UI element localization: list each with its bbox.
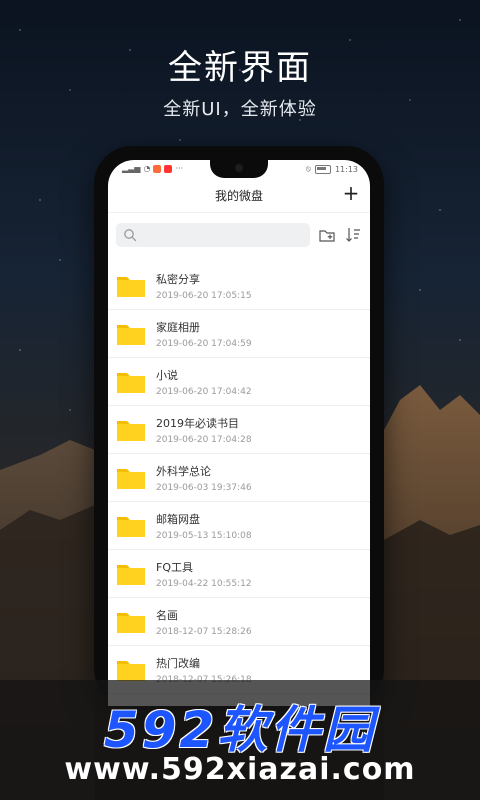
phone-screen: ▂▃▅ ◔ ··· ⦸ 11:13 我的微盘 + 私密分享 2019-06-20…	[108, 160, 370, 706]
folder-icon	[117, 420, 145, 441]
list-item[interactable]: 家庭相册 2019-06-20 17:04:59	[108, 310, 370, 358]
folder-date: 2018-12-07 15:28:26	[156, 626, 252, 637]
folder-name: 2019年必读书目	[156, 416, 239, 430]
status-left: ▂▃▅ ◔ ···	[122, 164, 183, 173]
folder-icon	[117, 372, 145, 393]
folder-icon	[117, 612, 145, 633]
folder-icon	[117, 324, 145, 345]
folder-date: 2019-06-20 17:04:42	[156, 386, 252, 397]
folder-name: 外科学总论	[156, 464, 211, 478]
sort-icon[interactable]	[344, 226, 362, 244]
folder-name: 家庭相册	[156, 320, 200, 334]
app-badge-icon	[153, 164, 162, 173]
folder-icon	[117, 660, 145, 681]
folder-date: 2019-06-20 17:04:28	[156, 434, 252, 445]
list-item[interactable]: FQ工具 2019-04-22 10:55:12	[108, 550, 370, 598]
folder-icon	[117, 516, 145, 537]
search-input[interactable]	[116, 223, 338, 249]
phone-frame: ▂▃▅ ◔ ··· ⦸ 11:13 我的微盘 + 私密分享 2019-06-20…	[94, 146, 384, 706]
folder-icon	[117, 276, 145, 297]
app-bar: 我的微盘 +	[108, 178, 370, 213]
list-item-text: 家庭相册 2019-06-20 17:04:59	[156, 319, 252, 349]
list-item-text: 私密分享 2019-06-20 17:05:15	[156, 271, 252, 301]
folder-date: 2019-06-20 17:04:59	[156, 338, 252, 349]
list-item-text: 2019年必读书目 2019-06-20 17:04:28	[156, 415, 252, 445]
list-item-text: FQ工具 2019-04-22 10:55:12	[156, 559, 252, 589]
search-row	[108, 213, 370, 255]
folder-icon	[117, 564, 145, 585]
folder-name: 名画	[156, 608, 178, 622]
wifi-icon: ◔	[143, 164, 151, 173]
folder-date: 2019-05-13 15:10:08	[156, 530, 252, 541]
folder-date: 2019-06-03 19:37:46	[156, 482, 252, 493]
signal-icon: ▂▃▅	[122, 164, 141, 173]
list-item[interactable]: 名画 2018-12-07 15:28:26	[108, 598, 370, 646]
folder-icon	[117, 468, 145, 489]
list-item[interactable]: 私密分享 2019-06-20 17:05:15	[108, 262, 370, 310]
status-time: 11:13	[334, 164, 358, 174]
folder-date: 2019-04-22 10:55:12	[156, 578, 252, 589]
folder-name: FQ工具	[156, 560, 193, 574]
folder-name: 热门改编	[156, 656, 200, 670]
mute-icon: ⦸	[305, 164, 311, 173]
hero-title: 全新界面	[168, 48, 312, 88]
page-title: 我的微盘	[214, 188, 263, 203]
status-right: ⦸ 11:13	[306, 164, 358, 174]
battery-icon	[314, 164, 331, 174]
hero-subtitle: 全新UI，全新体验	[163, 99, 317, 120]
list-item[interactable]: 外科学总论 2019-06-03 19:37:46	[108, 454, 370, 502]
list-item-text: 名画 2018-12-07 15:28:26	[156, 607, 252, 637]
watermark-url: www.592xiazai.com	[64, 752, 416, 787]
folder-date: 2019-06-20 17:05:15	[156, 290, 252, 301]
list-item-text: 外科学总论 2019-06-03 19:37:46	[156, 463, 252, 493]
list-item[interactable]: 2019年必读书目 2019-06-20 17:04:28	[108, 406, 370, 454]
app-badge-icon-2	[164, 164, 173, 173]
front-camera-notch	[210, 160, 268, 178]
folder-name: 小说	[156, 368, 178, 382]
add-button[interactable]: +	[342, 183, 360, 203]
folder-name: 私密分享	[156, 272, 200, 286]
search-box[interactable]	[116, 223, 338, 249]
list-item-text: 小说 2019-06-20 17:04:42	[156, 367, 252, 397]
list-item[interactable]: 小说 2019-06-20 17:04:42	[108, 358, 370, 406]
folder-name: 邮箱网盘	[156, 512, 200, 526]
file-list: 私密分享 2019-06-20 17:05:15 家庭相册 2019-06-20…	[108, 262, 370, 706]
list-item[interactable]: 邮箱网盘 2019-05-13 15:10:08	[108, 502, 370, 550]
more-notifications: ···	[175, 164, 184, 173]
list-item-text: 邮箱网盘 2019-05-13 15:10:08	[156, 511, 252, 541]
